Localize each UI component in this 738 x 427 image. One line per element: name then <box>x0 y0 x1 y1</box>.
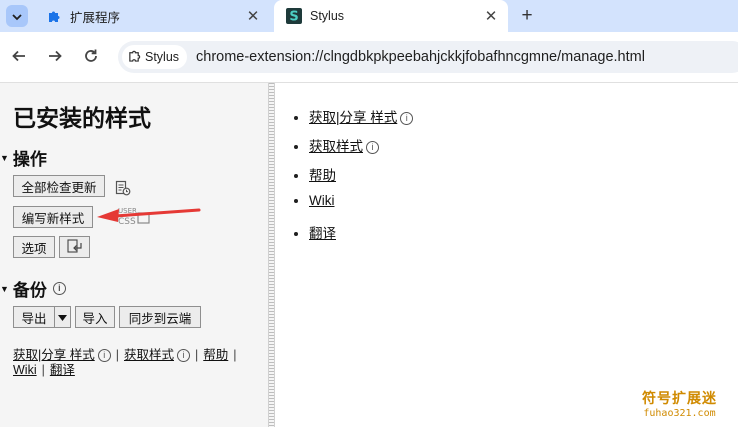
backup-heading[interactable]: ▼ 备份 i <box>0 276 66 301</box>
reload-icon <box>83 48 99 67</box>
info-icon[interactable]: i <box>177 349 190 363</box>
translate-link[interactable]: 翻译 <box>309 226 336 241</box>
manager-toggle-button[interactable] <box>59 236 90 258</box>
wiki-link[interactable]: Wiki <box>309 193 335 208</box>
list-item: 翻译 <box>309 222 413 251</box>
watermark-title: 符号扩展迷 <box>642 390 717 406</box>
export-button[interactable]: 导出 <box>13 306 55 328</box>
arrow-left-icon <box>11 48 27 67</box>
info-icon[interactable]: i <box>52 282 66 295</box>
help-link[interactable]: 帮助 <box>309 168 336 183</box>
address-bar[interactable]: Stylus chrome-extension://clngdbkpkpeeba… <box>118 41 738 73</box>
write-new-style-button[interactable]: 编写新样式 <box>13 206 93 228</box>
import-button[interactable]: 导入 <box>75 306 115 328</box>
url-text[interactable]: chrome-extension://clngdbkpkpeebahjckkjf… <box>196 49 645 65</box>
tab-extensions[interactable]: 扩展程序 ✕ <box>34 0 270 32</box>
options-button[interactable]: 选项 <box>13 236 55 258</box>
browser-toolbar: Stylus chrome-extension://clngdbkpkpeeba… <box>0 32 738 83</box>
sync-to-cloud-button[interactable]: 同步到云端 <box>119 306 201 328</box>
list-item: 帮助 <box>309 164 413 193</box>
stylus-logo-icon: S <box>286 8 302 24</box>
svg-text:S: S <box>289 10 298 25</box>
export-dropdown-button[interactable] <box>54 306 71 328</box>
tab-title: Stylus <box>310 9 345 23</box>
get-styles-link[interactable]: 获取样式 <box>124 348 174 362</box>
get-share-styles-link[interactable]: 获取|分享 样式 <box>309 110 397 125</box>
sidebar-links-row2: Wiki | 翻译 <box>13 359 75 378</box>
site-info-chip[interactable]: Stylus <box>122 45 188 69</box>
help-link[interactable]: 帮助 <box>203 348 228 362</box>
extension-icon <box>128 49 141 65</box>
separator: | <box>115 348 119 362</box>
return-icon <box>66 238 83 256</box>
tab-stylus[interactable]: S Stylus ✕ <box>274 0 508 32</box>
watermark-site: fuhao321.com <box>643 408 716 419</box>
back-button[interactable] <box>8 46 30 68</box>
list-item: 获取|分享 样式i <box>309 106 414 135</box>
info-icon[interactable]: i <box>366 140 379 154</box>
tab-title: 扩展程序 <box>70 10 121 25</box>
forward-button[interactable] <box>44 46 66 68</box>
info-icon[interactable]: i <box>97 349 111 363</box>
plus-icon: + <box>521 5 533 26</box>
info-icon[interactable]: i <box>400 111 414 125</box>
arrow-right-icon <box>47 48 63 67</box>
actions-heading-label: 操作 <box>12 150 47 169</box>
resize-divider[interactable] <box>268 83 275 427</box>
separator: | <box>233 348 237 362</box>
new-tab-button[interactable]: + <box>516 5 538 27</box>
chevron-down-icon <box>12 9 22 24</box>
update-history-icon[interactable] <box>114 179 131 196</box>
help-list: 获取|分享 样式i 获取样式i 帮助 Wiki 翻译 <box>292 106 414 251</box>
close-icon[interactable]: ✕ <box>482 7 500 25</box>
translate-link[interactable]: 翻译 <box>50 363 75 377</box>
triangle-down-icon: ▼ <box>0 283 9 294</box>
main-content: 获取|分享 样式i 获取样式i 帮助 Wiki 翻译 <box>276 83 738 427</box>
list-item: Wiki <box>309 193 413 222</box>
caret-down-icon <box>58 310 67 324</box>
annotation-arrow <box>97 208 201 222</box>
list-item: 获取样式i <box>309 135 413 164</box>
reload-button[interactable] <box>80 46 102 68</box>
tab-strip: 扩展程序 ✕ S Stylus ✕ + <box>0 0 738 32</box>
get-styles-link[interactable]: 获取样式 <box>309 139 363 154</box>
close-icon[interactable]: ✕ <box>244 7 262 25</box>
separator: | <box>41 363 45 377</box>
puzzle-icon <box>46 8 62 24</box>
site-chip-label: Stylus <box>145 50 180 64</box>
tab-search-button[interactable] <box>6 5 28 27</box>
watermark: 符号扩展迷 fuhao321.com <box>642 388 717 419</box>
separator: | <box>195 348 199 362</box>
wiki-link[interactable]: Wiki <box>13 363 37 377</box>
backup-heading-label: 备份 <box>12 281 47 300</box>
check-all-updates-button[interactable]: 全部检查更新 <box>13 175 105 197</box>
triangle-down-icon: ▼ <box>0 152 9 163</box>
sidebar: 已安装的样式 ▼ 操作 全部检查更新 编写新样式 USER CSS 选项 ▼ 备份… <box>0 83 268 427</box>
actions-heading[interactable]: ▼ 操作 <box>0 145 47 170</box>
page-title: 已安装的样式 <box>13 105 151 131</box>
